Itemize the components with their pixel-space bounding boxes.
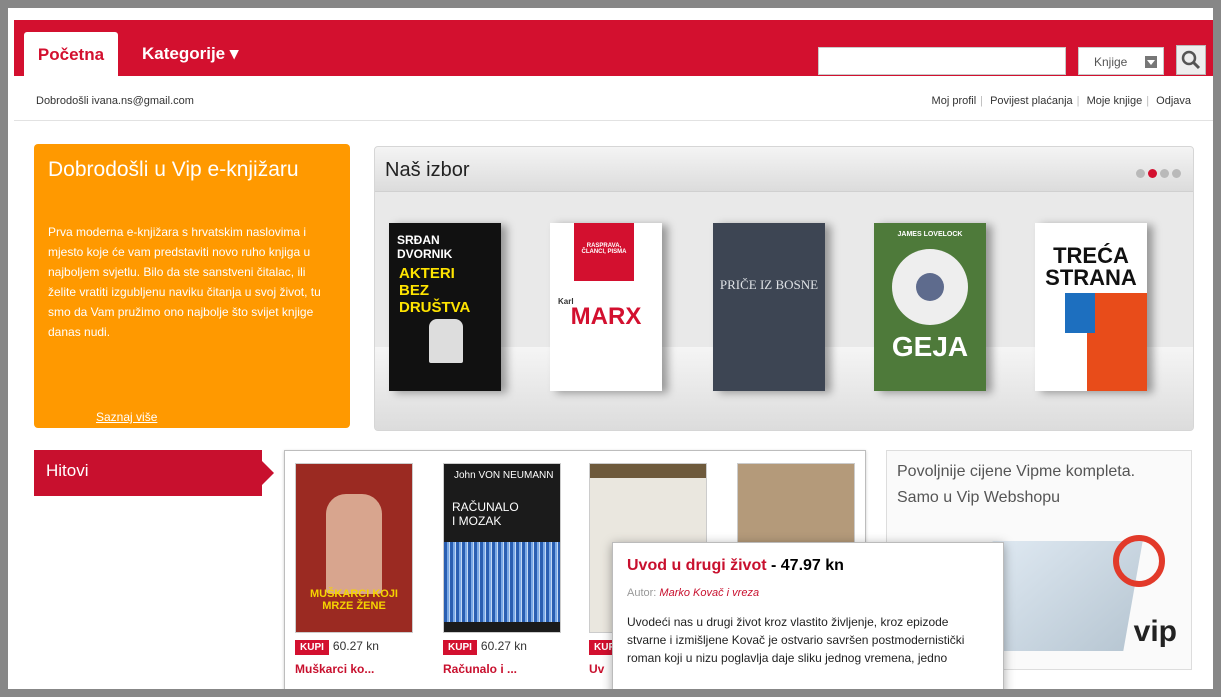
carousel-dots [1133, 165, 1181, 183]
ad-swirl-graphic [1113, 535, 1165, 587]
buy-button[interactable]: KUPI [443, 640, 477, 655]
book-title: TREĆA STRANA [1045, 243, 1137, 290]
book-tooltip: Uvod u drugi život - 47.97 kn Autor: Mar… [612, 542, 1004, 689]
book-subtitle: RASPRAVA, ČLANCI, PISMA [581, 243, 627, 255]
payment-history-link[interactable]: Povijest plaćanja [986, 95, 1077, 107]
hit-item[interactable]: MUŠKARCI KOJI MRZE ŽENE KUPI 60.27 kn Muš… [295, 463, 413, 676]
hit-title[interactable]: Računalo i ... [443, 662, 561, 676]
book-title: MARX [570, 303, 642, 330]
hit-price: 60.27 kn [332, 639, 379, 653]
learn-more-link[interactable]: Saznaj više [96, 410, 157, 424]
tooltip-author-label: Autor: [627, 587, 657, 599]
search-button[interactable] [1176, 45, 1206, 75]
featured-carousel: Naš izbor SRĐAN DVORNIK AKTERI BEZ DRUŠT… [374, 146, 1194, 431]
featured-book-3[interactable]: PRIČE IZ BOSNE [713, 223, 825, 391]
cover-figure [326, 494, 382, 594]
welcome-title: Dobrodošli u Vip e-knjižaru [48, 158, 299, 181]
featured-book-4[interactable]: JAMES LOVELOCK GEJA [874, 223, 986, 391]
tab-categories-label: Kategorije [142, 44, 226, 63]
user-bar: Dobrodošli ivana.ns@gmail.com Moj profil… [14, 76, 1213, 121]
carousel-dot[interactable] [1160, 169, 1169, 178]
carousel-dot[interactable] [1172, 169, 1181, 178]
tooltip-description: Uvodeći nas u drugi život kroz vlastito … [627, 615, 965, 665]
hit-cover: MUŠKARCI KOJI MRZE ŽENE [295, 463, 413, 633]
page: Početna Kategorije ▾ Knjige Dobrodošli i… [8, 8, 1213, 689]
vip-logo: vip [1133, 615, 1177, 648]
hit-title[interactable]: Muškarci ko... [295, 662, 413, 676]
buy-button[interactable]: KUPI [295, 640, 329, 655]
hits-heading: Hitovi [34, 450, 274, 496]
cover-title: MUŠKARCI KOJI MRZE ŽENE [309, 588, 398, 612]
user-links: Moj profil | Povijest plaćanja | Moje knji… [928, 95, 1195, 107]
search-input[interactable] [818, 47, 1066, 75]
cover-author: John VON NEUMANN [454, 470, 554, 481]
tooltip-author-row: Autor: Marko Kovač i vreza [627, 587, 759, 599]
book-author-line: DVORNIK [397, 247, 453, 261]
hit-buy-row: KUPI 60.27 kn [295, 639, 413, 657]
welcome-body: Prva moderna e-knjižara s hrvatskim nasl… [48, 225, 321, 339]
search-type-select[interactable]: Knjige [1078, 47, 1164, 75]
book-title: PRIČE IZ BOSNE [719, 277, 819, 292]
tooltip-price: - 47.97 kn [766, 557, 844, 574]
top-nav: Početna Kategorije ▾ Knjige [14, 20, 1213, 76]
carousel-dot-active[interactable] [1148, 169, 1157, 178]
logout-link[interactable]: Odjava [1152, 95, 1195, 107]
featured-book-2[interactable]: RASPRAVA, ČLANCI, PISMA Karl MARX [550, 223, 662, 391]
carousel-dot[interactable] [1136, 169, 1145, 178]
ad-line-2: Samo u Vip Webshopu [897, 489, 1061, 506]
tab-categories[interactable]: Kategorije ▾ [142, 44, 238, 64]
book-cover-block [1065, 293, 1095, 333]
welcome-user-text: Dobrodošli ivana.ns@gmail.com [36, 95, 194, 107]
hit-cover: John VON NEUMANN RAČUNALO I MOZAK [443, 463, 561, 633]
book-cover-figure [429, 319, 463, 363]
featured-header: Naš izbor [375, 147, 1193, 192]
tooltip-author[interactable]: Marko Kovač i vreza [659, 587, 759, 599]
dropdown-arrow-icon [1145, 56, 1157, 68]
hit-price: 60.27 kn [480, 639, 527, 653]
search-icon [1181, 50, 1201, 70]
cover-title: RAČUNALO I MOZAK [452, 500, 519, 528]
hit-item[interactable]: John VON NEUMANN RAČUNALO I MOZAK KUPI 60… [443, 463, 561, 676]
chevron-down-icon: ▾ [229, 44, 239, 63]
welcome-box: Dobrodošli u Vip e-knjižaru Prva moderna… [34, 144, 350, 428]
book-title: AKTERI BEZ DRUŠTVA [399, 265, 471, 316]
tab-home[interactable]: Početna [24, 32, 118, 76]
hits-heading-label: Hitovi [46, 461, 89, 480]
featured-book-1[interactable]: SRĐAN DVORNIK AKTERI BEZ DRUŠTVA [389, 223, 501, 391]
my-books-link[interactable]: Moje knjige [1083, 95, 1147, 107]
featured-title: Naš izbor [385, 159, 470, 181]
hit-buy-row: KUPI 60.27 kn [443, 639, 561, 657]
tooltip-heading: Uvod u drugi život - 47.97 kn [627, 557, 844, 575]
book-author: JAMES LOVELOCK [897, 231, 963, 238]
tooltip-title[interactable]: Uvod u drugi život [627, 557, 767, 574]
cover-graphic [444, 542, 560, 622]
ad-line-1: Povoljnije cijene Vipme kompleta. [897, 463, 1136, 480]
book-title: GEJA [891, 331, 969, 362]
my-profile-link[interactable]: Moj profil [928, 95, 981, 107]
featured-book-5[interactable]: TREĆA STRANA [1035, 223, 1147, 391]
book-author-line: SRĐAN [397, 233, 440, 247]
book-cover-block [1087, 293, 1147, 391]
search-type-value: Knjige [1094, 55, 1128, 69]
book-cover-flower-center [916, 273, 944, 301]
